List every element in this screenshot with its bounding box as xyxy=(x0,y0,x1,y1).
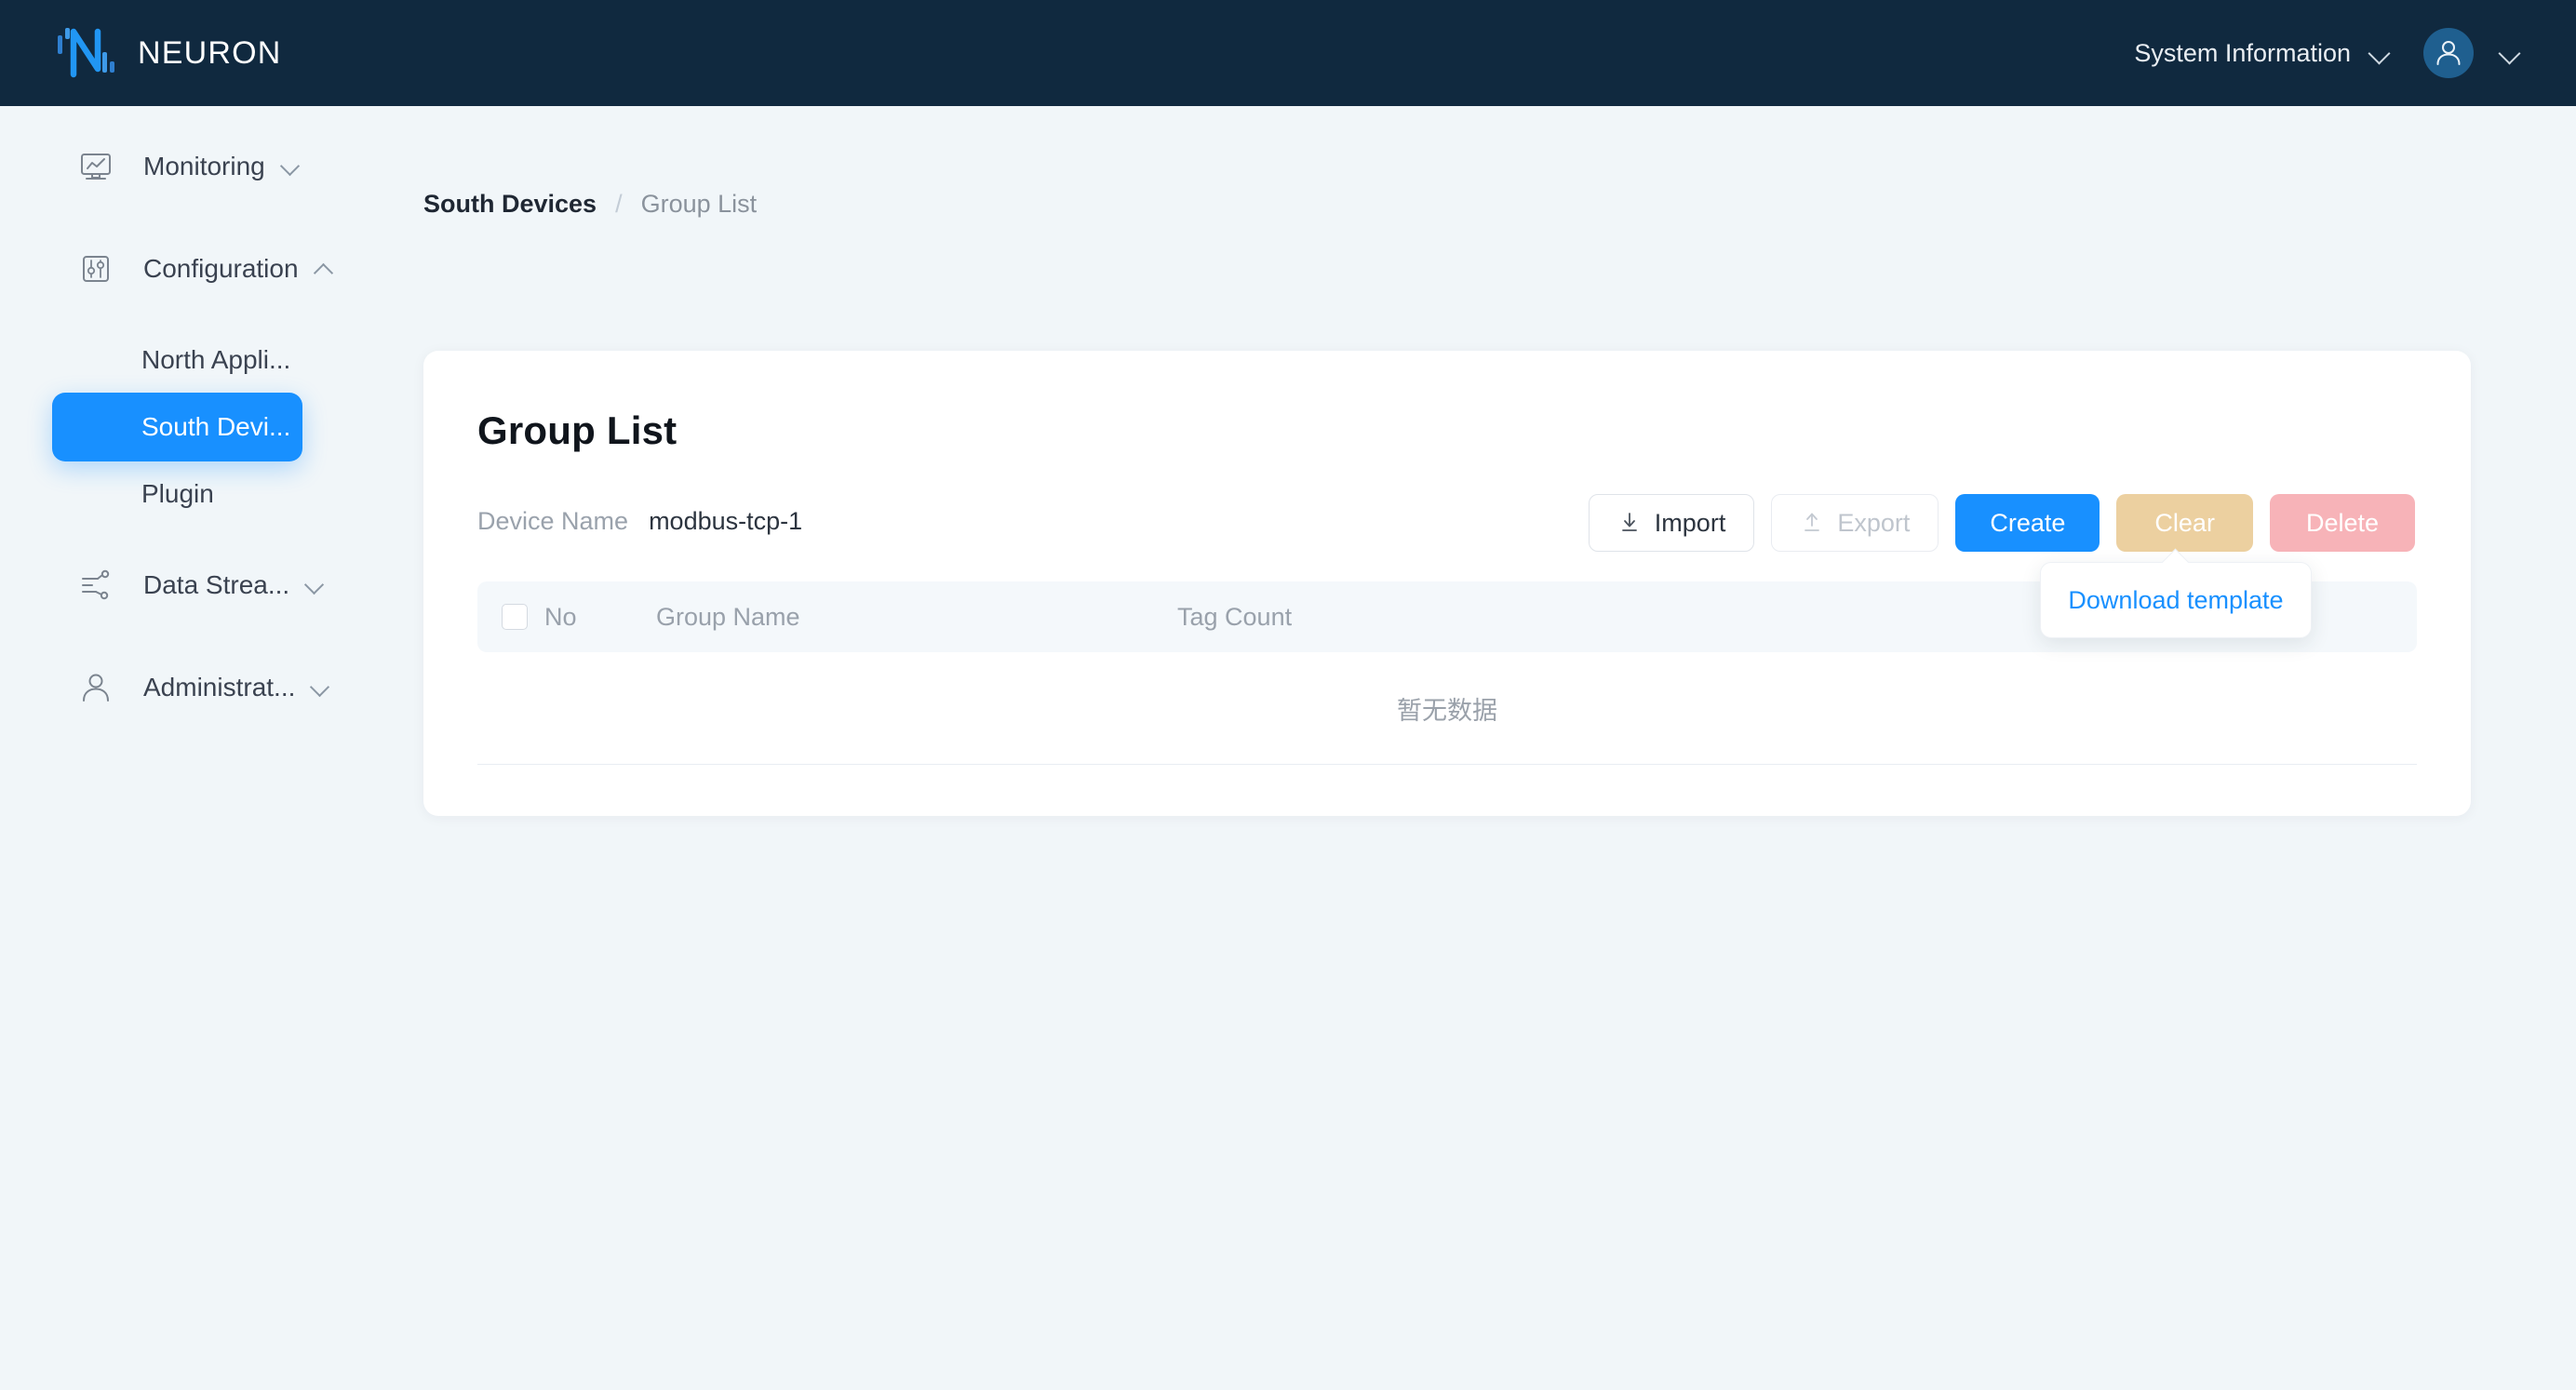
sidebar-item-label: Plugin xyxy=(141,479,214,508)
sidebar-item-label: Administrat... xyxy=(143,673,296,702)
brand-name: NEURON xyxy=(138,34,282,71)
brand[interactable]: NEURON xyxy=(56,26,282,80)
device-name-field: Device Name modbus-tcp-1 xyxy=(477,507,802,536)
export-button[interactable]: Export xyxy=(1771,494,1939,552)
column-header-group-name: Group Name xyxy=(656,602,800,631)
sidebar-item-monitoring[interactable]: Monitoring xyxy=(0,134,423,199)
sidebar-item-label: Monitoring xyxy=(143,152,265,180)
sidebar-item-south-devices[interactable]: South Devi... xyxy=(52,393,302,461)
main-content: South Devices / Group List Group List De… xyxy=(423,106,2576,1390)
sidebar-item-label: South Devi... xyxy=(141,412,291,441)
chevron-down-icon[interactable] xyxy=(310,676,332,699)
clear-button-label: Clear xyxy=(2154,508,2215,537)
sidebar-item-data-streaming[interactable]: Data Strea... xyxy=(0,553,423,618)
select-all-checkbox[interactable] xyxy=(502,604,528,630)
sidebar-item-plugin[interactable]: Plugin xyxy=(0,461,423,527)
download-template-link[interactable]: Download template xyxy=(2068,586,2283,615)
download-arrow-icon xyxy=(1617,511,1642,535)
breadcrumb-separator: / xyxy=(615,190,623,218)
user-outline-icon xyxy=(76,668,115,707)
device-name-label: Device Name xyxy=(477,507,629,535)
monitor-chart-icon xyxy=(76,147,115,186)
breadcrumb-current: Group List xyxy=(640,190,758,218)
action-buttons: Import Export Create Clear Delete xyxy=(1588,494,2415,552)
chevron-up-icon[interactable] xyxy=(314,258,336,280)
neuron-logo-icon xyxy=(56,26,117,80)
chevron-down-icon[interactable] xyxy=(2368,41,2392,65)
sidebar-item-label: Data Strea... xyxy=(143,570,290,599)
sidebar-item-north-apps[interactable]: North Appli... xyxy=(0,327,423,393)
sidebar-item-label: North Appli... xyxy=(141,345,291,374)
import-button[interactable]: Import xyxy=(1588,494,1755,552)
sidebar-item-configuration[interactable]: Configuration xyxy=(0,236,423,301)
clear-button[interactable]: Clear xyxy=(2116,494,2253,552)
page-title: Group List xyxy=(477,408,678,452)
sidebar-item-administration[interactable]: Administrat... xyxy=(0,655,423,720)
download-template-popover: Download template xyxy=(2040,562,2312,638)
user-avatar-icon[interactable] xyxy=(2423,28,2474,78)
create-button-label: Create xyxy=(1990,508,2066,537)
table-divider xyxy=(477,764,2417,765)
delete-button[interactable]: Delete xyxy=(2269,494,2415,552)
sidebar-item-label: Configuration xyxy=(143,254,299,283)
import-button-label: Import xyxy=(1654,508,1726,537)
chevron-down-icon[interactable] xyxy=(304,574,327,596)
system-information-menu[interactable]: System Information xyxy=(2134,39,2351,68)
sidebar: Monitoring Configuration North Appli... xyxy=(0,106,423,1390)
export-button-label: Export xyxy=(1837,508,1911,537)
data-stream-icon xyxy=(76,566,115,605)
top-navigation-bar: NEURON System Information xyxy=(0,0,2576,106)
table-empty-state: 暂无数据 xyxy=(1397,696,1497,725)
delete-button-label: Delete xyxy=(2305,508,2379,537)
toolbar-row: Device Name modbus-tcp-1 Import Export C… xyxy=(423,494,2471,568)
upload-arrow-icon xyxy=(1800,511,1824,535)
breadcrumb-parent[interactable]: South Devices xyxy=(423,190,597,219)
sliders-icon xyxy=(76,249,115,288)
select-all-checkbox-cell xyxy=(477,604,544,630)
column-header-no: No xyxy=(544,602,577,631)
breadcrumb: South Devices / Group List xyxy=(423,190,2576,219)
topbar-right-group: System Information xyxy=(2134,28,2522,78)
column-header-tag-count: Tag Count xyxy=(1177,602,1293,631)
create-button[interactable]: Create xyxy=(1955,494,2100,552)
page-body: Monitoring Configuration North Appli... xyxy=(0,106,2576,1390)
avatar-chevron-down-icon[interactable] xyxy=(2498,41,2522,65)
chevron-down-icon[interactable] xyxy=(280,155,302,178)
device-name-value: modbus-tcp-1 xyxy=(649,507,803,535)
